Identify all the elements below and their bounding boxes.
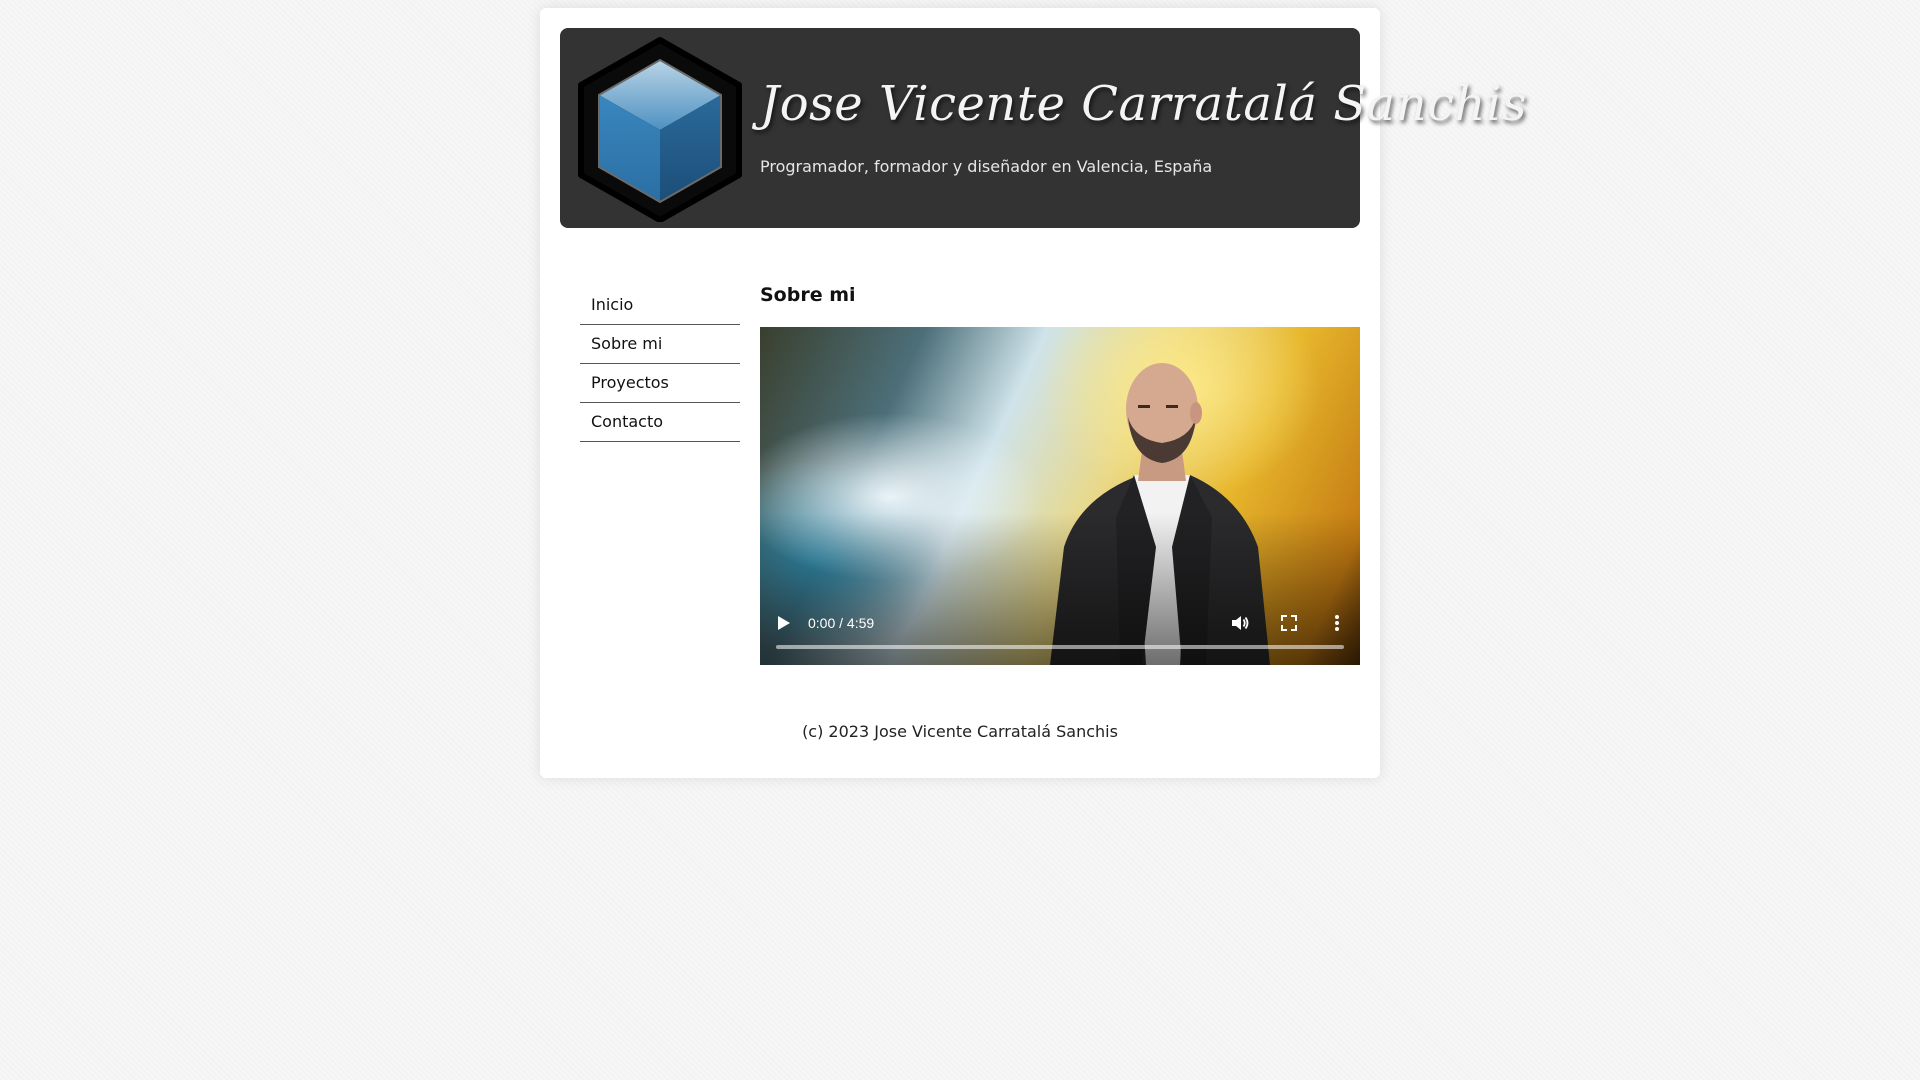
nav-item-sobre-mi[interactable]: Sobre mi (580, 325, 740, 364)
nav-item-contacto[interactable]: Contacto (580, 403, 740, 442)
nav-item-proyectos[interactable]: Proyectos (580, 364, 740, 403)
video-player[interactable]: 0:00 / 4:59 (760, 327, 1360, 665)
site-subtitle: Programador, formador y diseñador en Val… (760, 157, 1213, 176)
video-controls: 0:00 / 4:59 (760, 595, 1360, 665)
site-title: Jose Vicente Carratalá Sanchis (760, 76, 1527, 132)
play-icon[interactable] (774, 614, 792, 632)
video-progress-bar[interactable] (776, 645, 1344, 649)
fullscreen-icon[interactable] (1279, 613, 1299, 633)
video-time-display: 0:00 / 4:59 (808, 615, 875, 631)
page-container: Jose Vicente Carratalá Sanchis Programad… (540, 8, 1526, 778)
side-navigation: Inicio Sobre mi Proyectos Contacto (580, 286, 740, 442)
more-options-icon[interactable] (1327, 613, 1347, 633)
site-header: Jose Vicente Carratalá Sanchis Programad… (560, 28, 1526, 228)
volume-icon[interactable] (1230, 613, 1250, 633)
footer-copyright: (c) 2023 Jose Vicente Carratalá Sanchis (802, 722, 1118, 741)
nav-item-inicio[interactable]: Inicio (580, 286, 740, 325)
page-title: Sobre mi (760, 284, 856, 306)
logo-hexagon-icon[interactable] (576, 36, 744, 222)
